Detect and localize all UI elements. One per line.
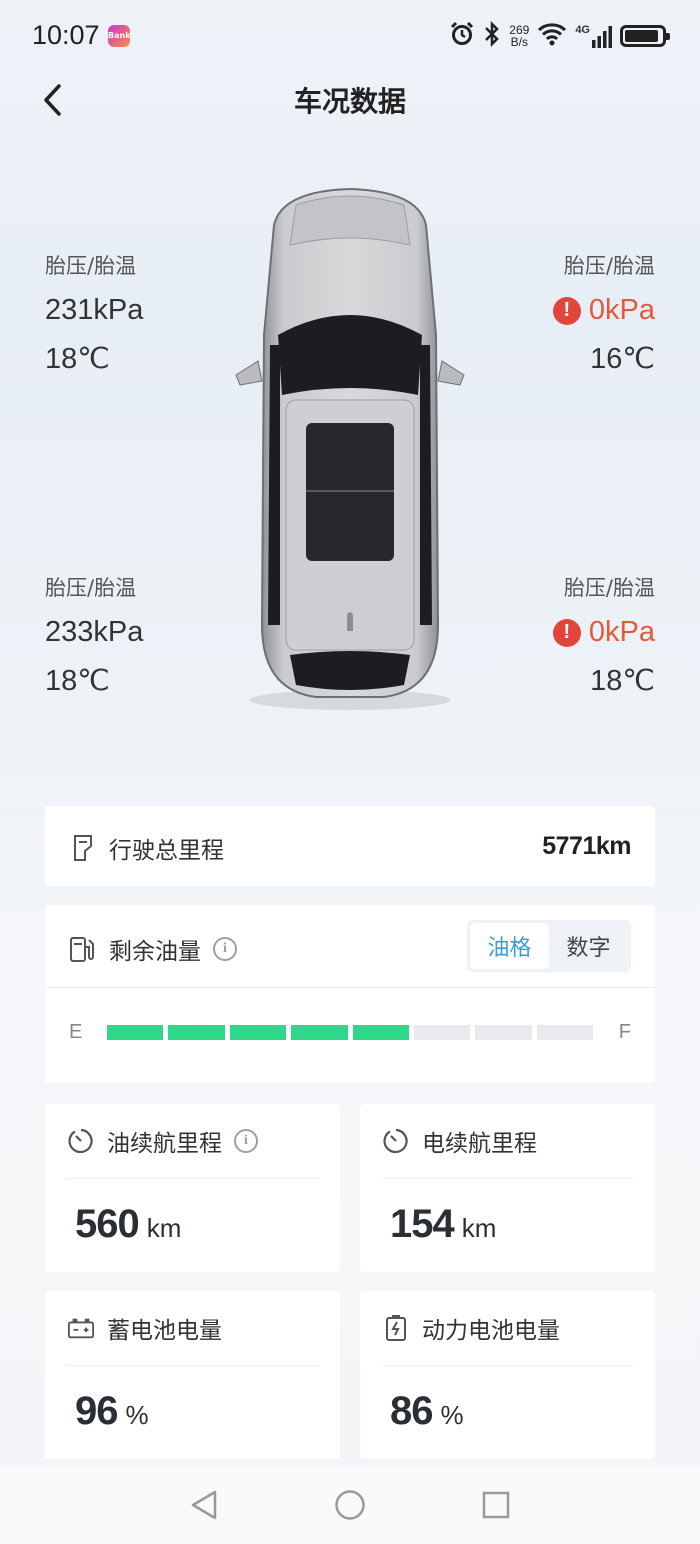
nav-recents-button[interactable] <box>478 1487 514 1523</box>
battery-status-level <box>625 30 659 42</box>
toggle-option-number[interactable]: 数字 <box>549 923 628 969</box>
fuel-full-label: F <box>618 1021 631 1043</box>
tire-front-left: 胎压/胎温 231kPa 18℃ <box>45 250 245 376</box>
divider <box>45 987 655 988</box>
battery-12v-value: 96 % <box>75 1389 149 1434</box>
electric-range-unit: km <box>461 1213 497 1243</box>
tire-temperature: 18℃ <box>590 665 655 697</box>
bluetooth-icon <box>483 20 501 51</box>
tire-pressure: ! 0kPa <box>455 616 655 649</box>
signal-icon: 4G <box>575 24 612 48</box>
electric-range-card: 电续航里程 154 km <box>360 1104 655 1272</box>
fuel-segment <box>352 1025 409 1040</box>
divider <box>382 1365 633 1366</box>
status-icons: 269 B/s 4G <box>449 20 670 52</box>
wifi-icon <box>537 22 567 50</box>
car-battery-icon <box>67 1314 95 1342</box>
fuel-display-toggle: 油格 数字 <box>467 920 631 972</box>
tire-pressure-value: 0kPa <box>588 616 655 648</box>
fuel-label: 剩余油量 <box>109 939 201 965</box>
warning-icon: ! <box>552 618 581 647</box>
total-mileage-value: 5771km <box>542 832 631 860</box>
battery-12v-number: 96 <box>75 1389 118 1433</box>
tire-label: 胎压/胎温 <box>563 576 655 600</box>
net-speed-unit: B/s <box>510 35 528 49</box>
bank-app-icon: Bank <box>108 25 131 47</box>
tire-label: 胎压/胎温 <box>45 254 137 278</box>
tire-pressure-value: 231kPa <box>45 294 144 326</box>
fuel-segment <box>536 1025 593 1040</box>
fuel-gauge: E F <box>69 1021 631 1044</box>
fuel-segment <box>168 1025 225 1040</box>
battery-12v-card: 蓄电池电量 96 % <box>45 1291 340 1459</box>
tire-pressure: 231kPa <box>45 294 245 327</box>
alarm-icon <box>449 21 475 51</box>
network-type: 4G <box>575 24 590 36</box>
triangle-back-icon <box>191 1490 217 1520</box>
nav-home-button[interactable] <box>332 1487 368 1523</box>
fuel-range-value: 560 km <box>75 1202 181 1247</box>
fuel-pump-icon <box>69 935 97 963</box>
fuel-empty-label: E <box>69 1021 83 1043</box>
electric-range-number: 154 <box>390 1202 455 1246</box>
total-mileage-card: 行驶总里程 5771km <box>45 806 655 886</box>
tire-front-right: 胎压/胎温 ! 0kPa 16℃ <box>455 250 655 376</box>
info-icon[interactable]: i <box>213 937 237 961</box>
electric-range-label: 电续航里程 <box>422 1131 537 1157</box>
toggle-option-bars[interactable]: 油格 <box>470 923 549 969</box>
tire-rear-left: 胎压/胎温 233kPa 18℃ <box>45 572 245 698</box>
power-battery-number: 86 <box>390 1389 433 1433</box>
tire-pressure-value: 0kPa <box>588 294 655 326</box>
battery-12v-unit: % <box>125 1400 149 1430</box>
circle-home-icon <box>335 1490 365 1520</box>
divider <box>67 1178 318 1179</box>
tire-pressure: ! 0kPa <box>455 294 655 327</box>
fuel-range-card: 油续航里程 i 560 km <box>45 1104 340 1272</box>
fuel-segment <box>107 1025 164 1040</box>
fuel-range-unit: km <box>146 1213 182 1243</box>
battery-12v-label: 蓄电池电量 <box>107 1318 222 1344</box>
tire-label: 胎压/胎温 <box>563 254 655 278</box>
tire-pressure-value: 233kPa <box>45 616 144 648</box>
gauge-icon <box>382 1127 410 1155</box>
total-mileage-label: 行驶总里程 <box>109 838 224 864</box>
fuel-range-number: 560 <box>75 1202 140 1246</box>
car-top-view-image <box>235 187 465 710</box>
nav-back-button[interactable] <box>186 1487 222 1523</box>
fuel-segment <box>229 1025 287 1040</box>
tire-temperature: 16℃ <box>590 343 655 375</box>
status-time: 10:07 <box>32 20 100 50</box>
power-battery-value: 86 % <box>390 1389 464 1434</box>
warning-icon: ! <box>552 296 581 325</box>
info-icon[interactable]: i <box>234 1129 258 1153</box>
status-bar: 10:07 Bank 269 B/s 4G <box>0 0 700 72</box>
fuel-card: 剩余油量 i 油格 数字 E F <box>45 905 655 1083</box>
system-nav-bar <box>0 1466 700 1544</box>
tire-temperature: 18℃ <box>45 665 110 697</box>
tire-rear-right: 胎压/胎温 ! 0kPa 18℃ <box>455 572 655 698</box>
fuel-segment <box>475 1025 532 1040</box>
odometer-icon <box>69 834 97 862</box>
power-battery-label: 动力电池电量 <box>422 1318 560 1344</box>
divider <box>67 1365 318 1366</box>
fuel-range-label: 油续航里程 <box>107 1131 222 1157</box>
electric-range-value: 154 km <box>390 1202 496 1247</box>
fuel-segments <box>107 1025 593 1040</box>
net-speed: 269 B/s <box>509 24 529 48</box>
square-recents-icon <box>482 1491 510 1519</box>
tire-temperature: 18℃ <box>45 343 110 375</box>
fuel-segment <box>291 1025 348 1040</box>
tire-pressure: 233kPa <box>45 616 245 649</box>
charging-battery-icon <box>382 1314 410 1342</box>
battery-status-icon <box>620 25 670 47</box>
tire-label: 胎压/胎温 <box>45 576 137 600</box>
gauge-icon <box>67 1127 95 1155</box>
divider <box>382 1178 633 1179</box>
fuel-segment <box>413 1025 471 1040</box>
page-title: 车况数据 <box>293 85 406 118</box>
power-battery-card: 动力电池电量 86 % <box>360 1291 655 1459</box>
power-battery-unit: % <box>440 1400 464 1430</box>
